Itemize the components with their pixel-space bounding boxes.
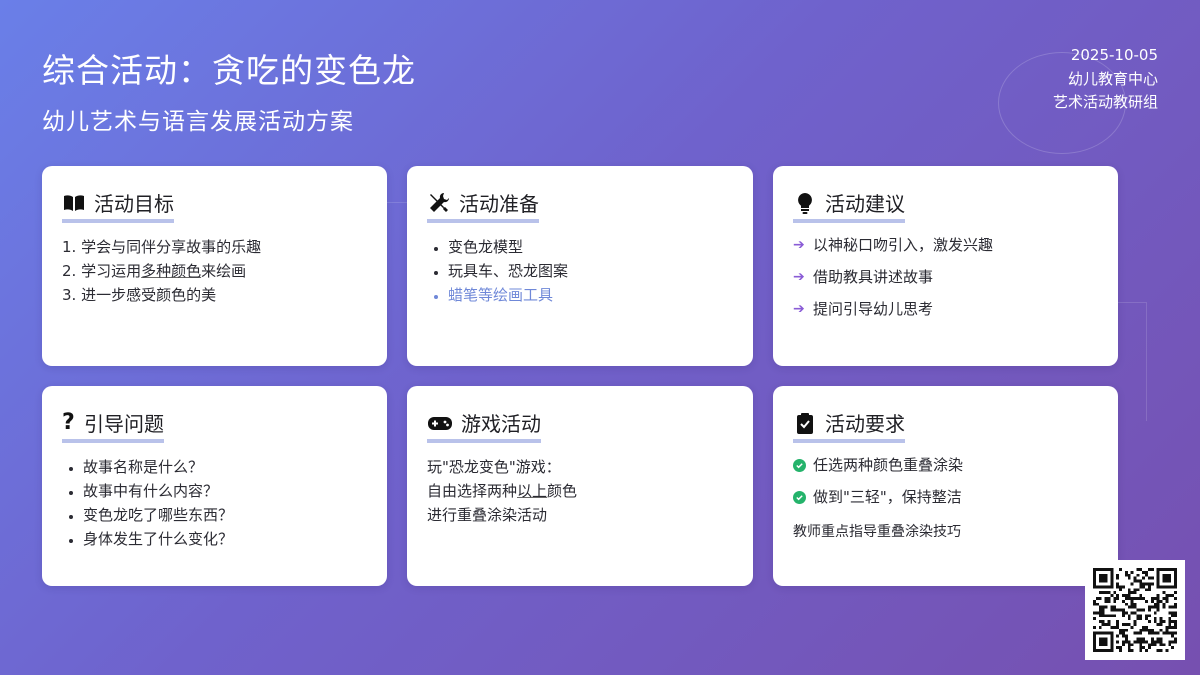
arrow-right-icon: ➔: [793, 301, 805, 317]
card-questions: ? 引导问题 故事名称是什么？ 故事中有什么内容？ 变色龙吃了哪些东西？ 身体发…: [42, 386, 387, 586]
list-item: 玩具车、恐龙图案: [448, 259, 733, 283]
list-item: ➔ 以神秘口吻引入，激发兴趣: [793, 229, 1098, 261]
list-item: 故事中有什么内容？: [83, 479, 367, 503]
decorative-line: [386, 202, 408, 203]
card-suggest-header: 活动建议: [793, 188, 905, 223]
card-goals-title: 活动目标: [94, 192, 174, 216]
date-text: 2025-10-05: [1070, 46, 1158, 64]
teacher-note: 教师重点指导重叠涂染技巧: [793, 524, 961, 540]
card-questions-title: 引导问题: [84, 412, 164, 436]
list-item: 变色龙吃了哪些东西？: [83, 503, 367, 527]
card-prep-title: 活动准备: [459, 192, 539, 216]
list-item: 做到"三轻"，保持整洁: [793, 481, 1098, 513]
page-title: 综合活动：贪吃的变色龙: [42, 51, 416, 90]
check-circle-icon: [793, 458, 806, 472]
page-subtitle: 幼儿艺术与语言发展活动方案: [42, 109, 354, 135]
book-icon: [62, 191, 86, 215]
suggest-list: ➔ 以神秘口吻引入，激发兴趣 ➔ 借助教具讲述故事 ➔ 提问引导幼儿思考: [793, 229, 1098, 325]
card-questions-header: ? 引导问题: [62, 408, 164, 443]
questions-list: 故事名称是什么？ 故事中有什么内容？ 变色龙吃了哪些东西？ 身体发生了什么变化？: [62, 455, 367, 551]
lightbulb-icon: [793, 191, 817, 215]
goals-list: 1. 学会与同伴分享故事的乐趣 2. 学习运用多种颜色来绘画 3. 进一步感受颜…: [62, 235, 367, 307]
check-circle-icon: [793, 490, 806, 504]
card-suggest-title: 活动建议: [825, 192, 905, 216]
list-item: 任选两种颜色重叠涂染: [793, 449, 1098, 481]
list-item: ➔ 借助教具讲述故事: [793, 261, 1098, 293]
card-suggest: 活动建议 ➔ 以神秘口吻引入，激发兴趣 ➔ 借助教具讲述故事 ➔ 提问引导幼儿思考: [773, 166, 1118, 366]
arrow-right-icon: ➔: [793, 269, 805, 285]
card-require-title: 活动要求: [825, 412, 905, 436]
card-goals-header: 活动目标: [62, 188, 174, 223]
arrow-right-icon: ➔: [793, 237, 805, 253]
card-prep: 活动准备 变色龙模型 玩具车、恐龙图案 蜡笔等绘画工具: [407, 166, 753, 366]
gamepad-icon: [427, 411, 453, 435]
list-item: 故事名称是什么？: [83, 455, 367, 479]
list-item: 1. 学会与同伴分享故事的乐趣: [62, 238, 262, 256]
card-game-title: 游戏活动: [461, 412, 541, 436]
card-game-header: 游戏活动: [427, 408, 541, 443]
game-description: 玩"恐龙变色"游戏： 自由选择两种以上颜色 进行重叠涂染活动: [427, 458, 578, 524]
card-require-header: 活动要求: [793, 408, 905, 443]
question-icon: ?: [62, 409, 75, 435]
list-item: 3. 进一步感受颜色的美: [62, 286, 217, 304]
header-meta: 2025-10-05 幼儿教育中心 艺术活动教研组: [1053, 44, 1158, 115]
list-item: 身体发生了什么变化？: [83, 527, 367, 551]
qr-code-icon: [1093, 568, 1177, 652]
card-game: 游戏活动 玩"恐龙变色"游戏： 自由选择两种以上颜色 进行重叠涂染活动: [407, 386, 753, 586]
card-require: 活动要求 任选两种颜色重叠涂染 做到"三轻"，保持整洁 教师重点指导重叠涂染技巧: [773, 386, 1118, 586]
org-text: 幼儿教育中心: [1067, 69, 1158, 88]
list-item: 变色龙模型: [448, 235, 733, 259]
list-item: 2. 学习运用多种颜色来绘画: [62, 262, 247, 280]
qr-code: [1085, 560, 1185, 660]
list-item: ➔ 提问引导幼儿思考: [793, 293, 1098, 325]
clipboard-check-icon: [793, 411, 817, 435]
card-goals: 活动目标 1. 学会与同伴分享故事的乐趣 2. 学习运用多种颜色来绘画 3. 进…: [42, 166, 387, 366]
list-item: 蜡笔等绘画工具: [448, 283, 733, 307]
card-prep-header: 活动准备: [427, 188, 539, 223]
prep-list: 变色龙模型 玩具车、恐龙图案 蜡笔等绘画工具: [427, 235, 733, 307]
tools-icon: [427, 191, 451, 215]
group-text: 艺术活动教研组: [1052, 93, 1158, 111]
require-list: 任选两种颜色重叠涂染 做到"三轻"，保持整洁: [793, 449, 1098, 513]
